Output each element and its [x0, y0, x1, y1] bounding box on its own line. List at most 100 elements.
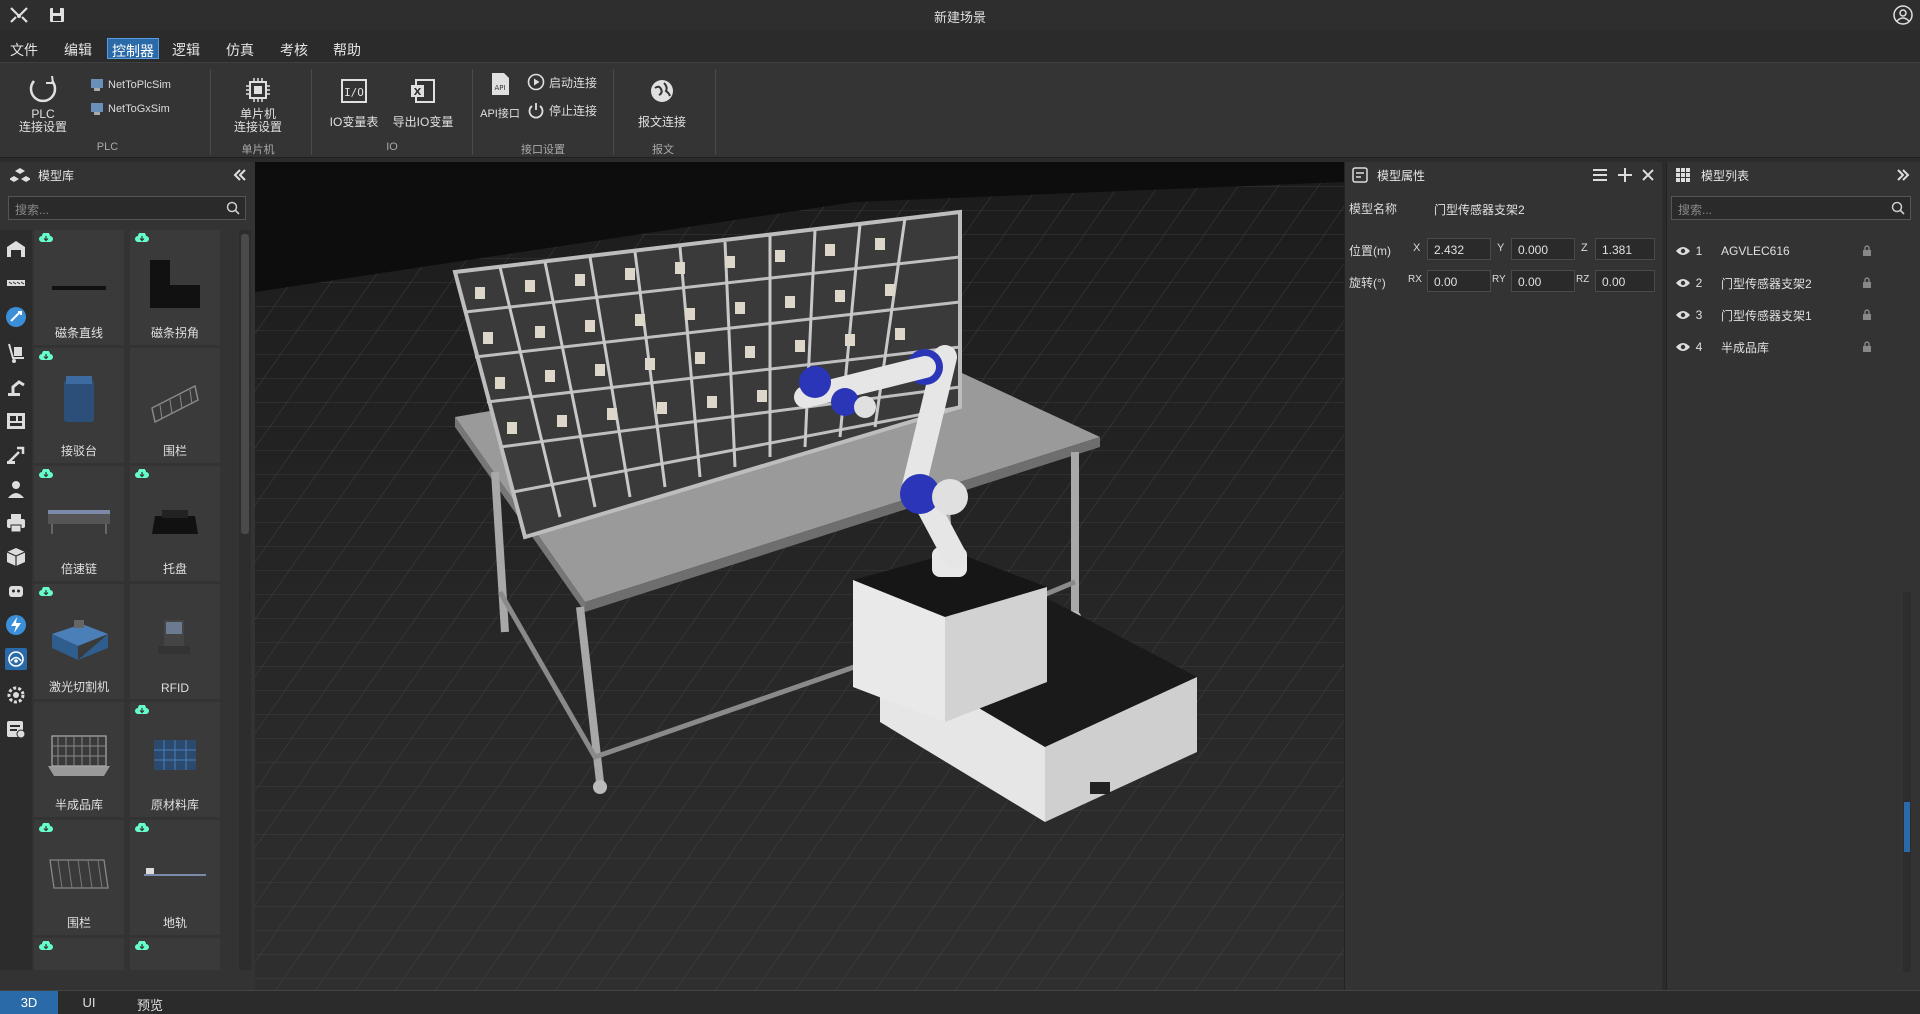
library-item[interactable]: 磁条拐角	[130, 230, 220, 345]
title-bar: 新建场景	[0, 0, 1920, 30]
conveyor-icon[interactable]	[5, 272, 27, 294]
user-icon[interactable]	[1892, 4, 1914, 26]
gear-icon[interactable]	[5, 684, 27, 706]
semi-finished-storage-thumb	[48, 735, 110, 776]
menu-logic[interactable]: 逻辑	[168, 38, 204, 59]
tool-icon[interactable]	[5, 444, 27, 466]
lock-icon[interactable]	[1861, 277, 1873, 289]
worker-icon[interactable]	[5, 478, 27, 500]
model-list-search-input[interactable]: 搜索...	[1671, 196, 1911, 220]
library-item[interactable]	[130, 938, 220, 970]
library-item[interactable]	[34, 938, 124, 970]
ribbon-divider	[311, 69, 312, 155]
machine-icon[interactable]	[5, 410, 27, 432]
bot-icon[interactable]	[5, 580, 27, 602]
api-port-button[interactable]: API API接口	[477, 71, 523, 121]
box-icon[interactable]	[5, 546, 27, 568]
net-to-gxsim-button[interactable]: NetToGxSim	[90, 102, 170, 116]
export-io-button[interactable]: X 导出IO变量	[390, 77, 456, 129]
library-item[interactable]: 托盘	[130, 466, 220, 581]
eye-icon[interactable]	[1675, 341, 1691, 353]
start-connection-button[interactable]: 启动连接	[527, 73, 597, 91]
library-item[interactable]: 激光切割机	[34, 584, 124, 699]
close-icon[interactable]	[1641, 168, 1655, 182]
mcu-setup-button[interactable]: 单片机 连接设置	[225, 75, 291, 134]
model-search-input[interactable]: 搜索...	[8, 196, 246, 220]
menu-edit[interactable]: 编辑	[60, 38, 96, 59]
menu-assessment[interactable]: 考核	[276, 38, 312, 59]
export-io-label: 导出IO变量	[392, 115, 454, 129]
model-library-scrollbar[interactable]	[239, 230, 251, 970]
eye-icon[interactable]	[1675, 277, 1691, 289]
menu-controller[interactable]: 控制器	[107, 38, 159, 59]
lightning-icon[interactable]	[5, 614, 27, 636]
scrollbar-thumb[interactable]	[241, 234, 249, 534]
add-icon[interactable]	[1617, 167, 1633, 183]
rotation-y-input[interactable]: 0.00	[1511, 270, 1575, 292]
net-to-plcsim-button[interactable]: NetToPlcSim	[90, 78, 171, 92]
model-list-row[interactable]: 3 门型传感器支架1	[1673, 302, 1897, 328]
cloud-download-icon	[135, 705, 149, 714]
3d-viewport[interactable]	[255, 162, 1344, 990]
position-z-input[interactable]: 1.381	[1595, 238, 1655, 260]
tab-preview[interactable]: 预览	[122, 991, 178, 1014]
io-table-button[interactable]: I/O IO变量表	[322, 77, 386, 129]
library-item[interactable]: 磁条直线	[34, 230, 124, 345]
group-label-mcu: 单片机	[241, 144, 275, 156]
rotation-x-input[interactable]: 0.00	[1427, 270, 1491, 292]
menu-file[interactable]: 文件	[6, 38, 42, 59]
position-x-input[interactable]: 2.432	[1427, 238, 1491, 260]
library-item[interactable]: 接驳台	[34, 348, 124, 463]
library-item-name: 半成品库	[54, 798, 103, 812]
model-list-scrollbar[interactable]	[1903, 592, 1911, 972]
menu-help[interactable]: 帮助	[329, 38, 365, 59]
hand-truck-icon[interactable]	[5, 342, 27, 364]
tab-ui[interactable]: UI	[64, 991, 114, 1014]
tab-3d[interactable]: 3D	[0, 991, 58, 1014]
library-item[interactable]: 围栏	[130, 348, 220, 463]
position-y-input[interactable]: 0.000	[1511, 238, 1575, 260]
library-item[interactable]: 倍速链	[34, 466, 124, 581]
library-item-name: RFID	[161, 681, 189, 695]
group-label-interface: 接口设置	[521, 144, 565, 156]
collapse-right-icon[interactable]	[1895, 167, 1911, 183]
menu-simulation[interactable]: 仿真	[222, 38, 258, 59]
io-icon: I/O	[341, 79, 367, 103]
settings-list-icon[interactable]	[5, 718, 27, 740]
raw-material-storage-thumb	[154, 740, 196, 770]
library-item[interactable]: RFID	[130, 584, 220, 699]
model-list-search-placeholder: 搜索...	[1678, 203, 1713, 217]
model-name-field[interactable]: 门型传感器支架2	[1427, 196, 1655, 218]
scene-canvas[interactable]	[255, 162, 1344, 990]
rocket-icon[interactable]	[5, 306, 27, 328]
printer-icon[interactable]	[5, 512, 27, 534]
library-item[interactable]: 半成品库	[34, 702, 124, 817]
library-item[interactable]: 地轨	[130, 820, 220, 935]
properties-header: 模型属性	[1345, 162, 1662, 188]
lock-icon[interactable]	[1861, 341, 1873, 353]
scrollbar-thumb[interactable]	[1904, 802, 1910, 852]
sensor-icon[interactable]	[5, 648, 27, 670]
search-icon[interactable]	[226, 201, 240, 215]
library-item[interactable]: 原材料库	[130, 702, 220, 817]
y-label: Y	[1497, 242, 1505, 254]
robot-arm-icon[interactable]	[5, 376, 27, 398]
warehouse-icon[interactable]	[5, 238, 27, 260]
lock-icon[interactable]	[1861, 309, 1873, 321]
eye-icon[interactable]	[1675, 245, 1691, 257]
menu-bar: 文件 编辑 控制器 逻辑 仿真 考核 帮助	[0, 36, 1920, 60]
library-item[interactable]: 围栏	[34, 820, 124, 935]
collapse-left-icon[interactable]	[232, 167, 248, 183]
model-list-row[interactable]: 1 AGVLEC616	[1673, 238, 1897, 264]
model-list-row[interactable]: 2 门型传感器支架2	[1673, 270, 1897, 296]
message-connection-button[interactable]: 报文连接	[630, 77, 694, 129]
lock-icon[interactable]	[1861, 245, 1873, 257]
menu-icon[interactable]	[1591, 167, 1609, 183]
rotation-z-input[interactable]: 0.00	[1595, 270, 1655, 292]
plc-setup-button[interactable]: PLC 连接设置	[10, 73, 76, 134]
eye-icon[interactable]	[1675, 309, 1691, 321]
stop-connection-button[interactable]: 停止连接	[527, 101, 597, 119]
row-name: 半成品库	[1721, 340, 1770, 355]
search-icon[interactable]	[1891, 201, 1905, 215]
model-list-row[interactable]: 4 半成品库	[1673, 334, 1897, 360]
